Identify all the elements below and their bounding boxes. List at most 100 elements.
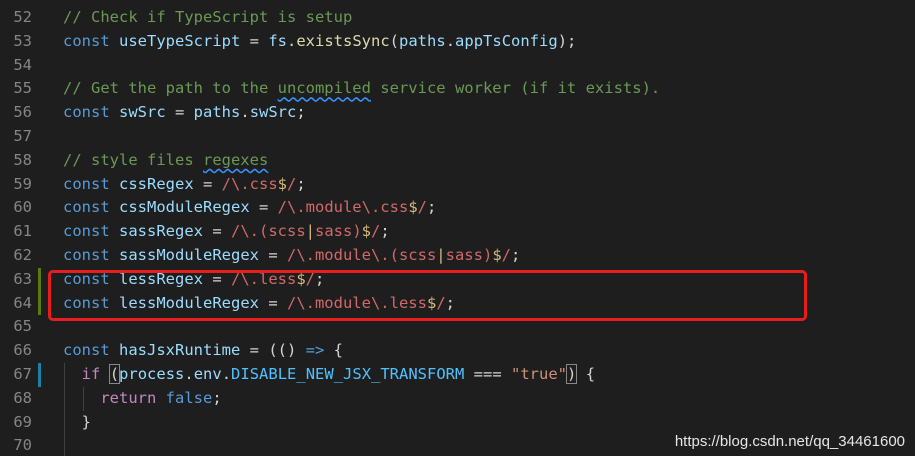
code-token: const xyxy=(63,222,119,241)
line-number: 69 xyxy=(13,412,32,431)
code-token: fs xyxy=(268,31,287,50)
code-token: return xyxy=(100,388,157,407)
line-number: 57 xyxy=(13,127,32,145)
code-token: /\.(scss xyxy=(231,222,306,241)
code-token: css xyxy=(249,174,278,193)
line-number: 56 xyxy=(13,103,32,122)
code-line[interactable]: 54 xyxy=(0,54,915,78)
code-line[interactable]: 52 // Check if TypeScript is setup xyxy=(0,6,915,30)
code-line[interactable]: 56 const swSrc = paths.swSrc; xyxy=(0,101,915,125)
code-token: DISABLE_NEW_JSX_TRANSFORM xyxy=(231,365,465,383)
code-token: ; xyxy=(380,222,390,241)
code-token: const xyxy=(63,103,119,122)
line-number: 68 xyxy=(13,388,32,407)
code-token: if xyxy=(81,365,101,383)
code-token: // style files xyxy=(63,150,203,169)
code-token: appTsConfig xyxy=(455,31,558,50)
code-token: ( xyxy=(389,31,400,50)
code-line[interactable]: 66 const hasJsxRuntime = (() => { xyxy=(0,339,915,363)
code-token: /\. xyxy=(221,174,250,193)
code-line[interactable]: 59 const cssRegex = /\.css$/; xyxy=(0,173,915,197)
code-line[interactable]: 60 const cssModuleRegex = /\.module\.css$… xyxy=(0,196,915,220)
line-number: 63 xyxy=(13,269,32,288)
code-line[interactable]: 53 const useTypeScript = fs.existsSync(pa… xyxy=(0,30,915,54)
code-token: "true" xyxy=(511,365,568,383)
code-token: = xyxy=(258,246,287,264)
gutter-change-marker[interactable] xyxy=(38,291,41,316)
code-token: const xyxy=(63,31,119,50)
code-token: false xyxy=(165,388,213,407)
indent-guide xyxy=(64,363,65,456)
code-token: regexes xyxy=(202,150,269,169)
code-token: | xyxy=(305,222,315,241)
code-token: swSrc xyxy=(119,103,166,122)
code-token: { xyxy=(324,341,343,360)
code-token: = (() xyxy=(240,341,306,360)
line-number: 59 xyxy=(13,174,32,193)
code-token: useTypeScript xyxy=(119,31,241,50)
code-editor[interactable]: 70 69 } 68 return false; 67 if (process.env… xyxy=(0,0,915,456)
line-number: 54 xyxy=(13,55,32,74)
line-number: 67 xyxy=(13,365,32,383)
code-token: => xyxy=(305,341,325,360)
code-token: $ xyxy=(492,246,502,264)
line-number: 66 xyxy=(13,341,32,360)
code-token: = xyxy=(165,103,194,122)
code-token: uncompiled xyxy=(277,79,371,98)
code-token: sassModuleRegex xyxy=(119,246,259,264)
code-token: = xyxy=(249,198,278,217)
code-token: / xyxy=(287,174,297,193)
code-token: const xyxy=(63,341,119,360)
line-number: 64 xyxy=(13,293,32,312)
line-number: 70 xyxy=(13,436,32,455)
code-token: swSrc xyxy=(249,103,297,122)
code-token: ; xyxy=(296,174,306,193)
code-token: . xyxy=(287,31,297,50)
code-token: ( xyxy=(108,364,121,384)
code-token: ; xyxy=(427,198,437,217)
code-token: cssRegex xyxy=(119,174,194,193)
code-token: $ xyxy=(277,174,287,193)
code-text: return false; xyxy=(63,387,222,411)
code-token: . xyxy=(240,103,250,122)
code-line[interactable]: 61 const sassRegex = /\.(scss|sass)$/; xyxy=(0,220,915,244)
code-line[interactable]: 67 if (process.env.DISABLE_NEW_JSX_TRANS… xyxy=(0,363,915,387)
watermark: https://blog.csdn.net/qq_34461600 xyxy=(674,433,905,450)
code-text: const sassModuleRegex = /\.module\.(scss… xyxy=(63,244,520,268)
code-token: ; xyxy=(296,103,306,122)
code-token: // Get the path to the xyxy=(63,79,278,98)
code-line[interactable]: 58 // style files regexes xyxy=(0,149,915,173)
code-token: paths xyxy=(193,103,241,122)
code-token: ; xyxy=(212,388,222,407)
code-text: const sassRegex = /\.(scss|sass)$/; xyxy=(63,220,390,244)
code-token: / xyxy=(371,222,381,241)
red-highlight-box xyxy=(48,270,807,321)
code-text: const cssRegex = /\.css$/; xyxy=(63,173,306,197)
gutter-change-marker[interactable] xyxy=(38,363,41,387)
code-token: / xyxy=(501,246,511,264)
code-token: existsSync xyxy=(296,31,390,50)
gutter-change-marker[interactable] xyxy=(38,267,41,292)
code-token: env xyxy=(193,365,222,383)
code-line[interactable]: 68 return false; xyxy=(0,387,915,411)
code-text: // style files regexes xyxy=(63,149,268,173)
line-number: 55 xyxy=(13,79,32,98)
code-token: { xyxy=(576,365,596,383)
code-line[interactable]: 62 const sassModuleRegex = /\.module\.(sc… xyxy=(0,244,915,268)
line-number: 61 xyxy=(13,222,32,241)
code-token: } xyxy=(63,412,91,431)
code-text: // Check if TypeScript is setup xyxy=(63,6,352,30)
code-token: . xyxy=(184,365,194,383)
code-token: /\.module\.css xyxy=(277,198,409,217)
code-text: } xyxy=(63,411,91,435)
code-token: const xyxy=(63,198,119,217)
code-line[interactable]: 57 xyxy=(0,125,915,149)
code-line[interactable]: 69 } xyxy=(0,411,915,435)
code-line[interactable]: 55 // Get the path to the uncompiled serv… xyxy=(0,77,915,101)
code-token: | xyxy=(436,246,446,264)
code-text: const useTypeScript = fs.existsSync(path… xyxy=(63,30,576,54)
code-token: === xyxy=(464,365,512,383)
code-token: // Check if TypeScript is setup xyxy=(63,8,353,26)
